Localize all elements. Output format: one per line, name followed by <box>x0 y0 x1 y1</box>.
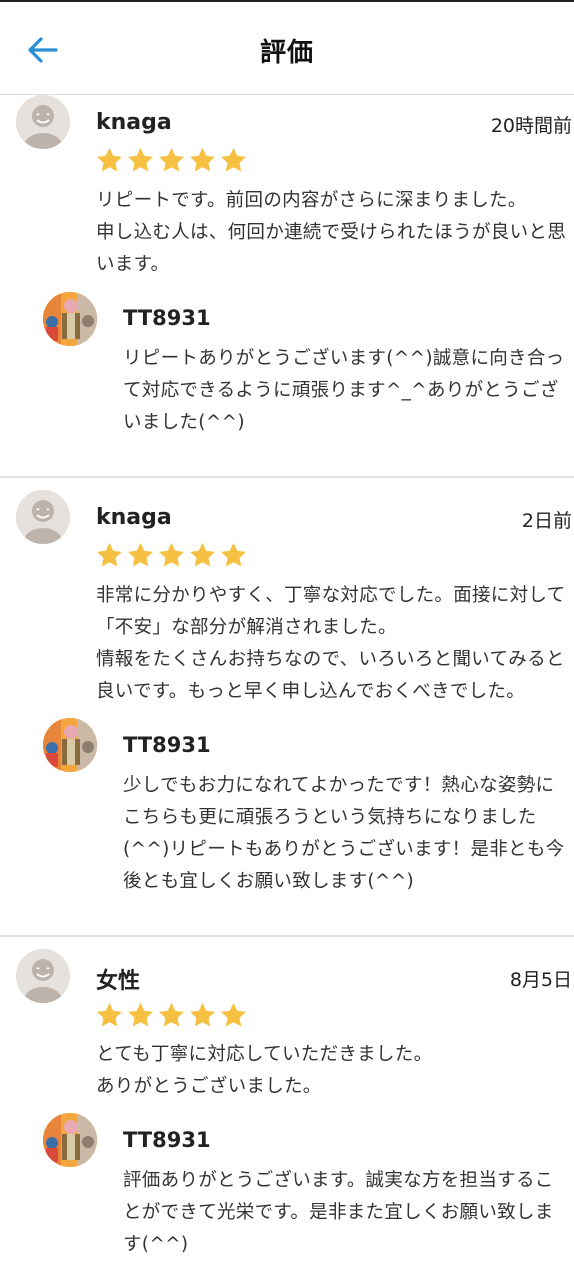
star-icon <box>159 542 184 567</box>
seller-name: TT8931 <box>123 306 211 330</box>
review-card: knaga 20時間前 リピートです。前回の内容がさらに深まりました。 申し込む… <box>0 95 574 478</box>
star-icon <box>128 147 153 172</box>
star-icon <box>221 542 246 567</box>
star-icon <box>97 1002 122 1027</box>
seller-avatar-icon[interactable] <box>43 292 97 346</box>
seller-name: TT8931 <box>123 1128 211 1152</box>
star-icon <box>128 542 153 567</box>
default-avatar-icon[interactable] <box>16 490 70 544</box>
star-icon <box>97 147 122 172</box>
star-rating <box>95 1001 248 1030</box>
review-divider <box>0 935 574 937</box>
seller-name: TT8931 <box>123 733 211 757</box>
review-card: knaga 2日前 非常に分かりやすく、丁寧な対応でした。面接に対して「不安」な… <box>0 490 574 937</box>
app-header: 評価 <box>0 0 574 95</box>
star-rating <box>95 146 248 175</box>
star-icon <box>221 1002 246 1027</box>
review-date: 8月5日 <box>509 969 572 991</box>
star-rating <box>95 541 248 570</box>
reviewer-name: knaga <box>96 110 172 135</box>
default-avatar-icon[interactable] <box>16 95 70 149</box>
review-text: 非常に分かりやすく、丁寧な対応でした。面接に対して「不安」な部分が解消されました… <box>96 585 566 702</box>
seller-reply-text: 少しでもお力になれてよかったです！熱心な姿勢にこちらも更に頑張ろうという気持ちに… <box>123 775 565 892</box>
star-icon <box>190 542 215 567</box>
default-avatar-icon[interactable] <box>16 949 70 1003</box>
review-divider <box>0 476 574 478</box>
star-icon <box>97 542 122 567</box>
seller-avatar-icon[interactable] <box>43 718 97 772</box>
review-text: とても丁寧に対応していただきました。 ありがとうございました。 <box>96 1044 433 1097</box>
review-date: 20時間前 <box>490 115 572 137</box>
seller-avatar-icon[interactable] <box>43 1113 97 1167</box>
star-icon <box>159 1002 184 1027</box>
seller-reply-text: 評価ありがとうございます。誠実な方を担当することができて光栄です。是非また宜しく… <box>123 1170 554 1255</box>
star-icon <box>221 147 246 172</box>
page-title: 評価 <box>259 38 314 68</box>
review-card: 女性 8月5日 とても丁寧に対応していただきました。 ありがとうございました。 … <box>0 949 574 1255</box>
review-text: リピートです。前回の内容がさらに深まりました。 申し込む人は、何回か連続で受けら… <box>96 190 567 275</box>
star-icon <box>190 1002 215 1027</box>
star-icon <box>190 147 215 172</box>
seller-reply-text: リピートありがとうございます(^^)誠意に向き合って対応できるように頑張ります^… <box>123 348 565 433</box>
star-icon <box>128 1002 153 1027</box>
reviewer-name: knaga <box>96 505 172 530</box>
review-date: 2日前 <box>521 510 572 532</box>
star-icon <box>159 147 184 172</box>
reviewer-name: 女性 <box>96 969 141 994</box>
